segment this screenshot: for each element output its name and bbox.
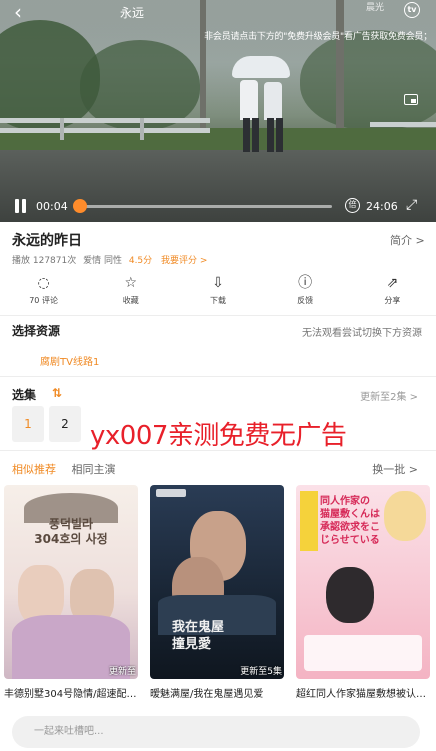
intro-link[interactable]: 简介 >	[390, 232, 425, 248]
current-time: 00:04	[36, 200, 68, 213]
download-button[interactable]: ⇩ 下载	[174, 274, 261, 314]
download-icon: ⇩	[212, 275, 224, 291]
rate-link[interactable]: 我要评分 >	[161, 256, 207, 266]
picture-in-picture-icon[interactable]	[404, 94, 418, 105]
poster-tag: 更新至	[108, 667, 136, 677]
card-title: 暧魅满屋/我在鬼屋遇见爱	[150, 689, 264, 700]
player-top-bar: ‹ 永远 晨光 tv	[0, 0, 436, 26]
video-title: 永远	[120, 6, 145, 20]
action-bar: ◌ 70 评论 ☆ 收藏 ⇩ 下载 ⓘ 反馈 ⇗ 分享	[0, 274, 436, 314]
feedback-icon: ⓘ	[298, 275, 313, 291]
divider	[0, 376, 436, 377]
brand-badge: 晨光	[366, 3, 385, 13]
action-label: 70 评论	[29, 296, 58, 305]
video-scenery	[264, 82, 282, 120]
poster-logo	[156, 489, 186, 497]
poster-text: 同人作家の 猫屋敷くんは 承認欲求をこじらせている	[320, 496, 380, 546]
video-scenery	[370, 122, 436, 127]
video-scenery	[243, 118, 250, 152]
resources-hint: 无法观看尝试切换下方资源	[302, 328, 422, 339]
episodes-title: 选集	[12, 388, 37, 402]
poster-figure	[384, 491, 426, 541]
favorite-button[interactable]: ☆ 收藏	[87, 274, 174, 314]
card-title: 超红同人作家猫屋敷想被认…	[296, 689, 426, 700]
score: 4.5分	[128, 256, 153, 266]
comment-button[interactable]: ◌ 70 评论	[0, 274, 87, 314]
ad-overlay-text: yx007亲测免费无广告	[90, 421, 347, 451]
video-scenery	[80, 40, 200, 130]
pause-icon[interactable]	[14, 199, 28, 213]
play-count: 播放 127871次	[12, 256, 77, 266]
comment-icon: ◌	[37, 275, 50, 291]
star-icon: ☆	[124, 275, 138, 291]
share-button[interactable]: ⇗ 分享	[349, 274, 436, 314]
fullscreen-icon[interactable]: ⤢	[406, 198, 417, 212]
poster-image: 我在鬼屋 撞見愛 更新至5集	[150, 485, 284, 679]
recommend-tabs: 相似推荐 相同主演	[12, 461, 128, 477]
feedback-button[interactable]: ⓘ 反馈	[262, 274, 349, 314]
episode-button-1[interactable]: 1	[12, 406, 44, 442]
video-scenery	[232, 56, 290, 78]
tab-similar[interactable]: 相似推荐	[12, 461, 56, 477]
video-scenery	[267, 118, 274, 152]
source-line-1[interactable]: 腐剧TV线路1	[40, 353, 99, 368]
card-title: 丰德别墅304号隐情/超速配…	[4, 689, 137, 700]
show-title: 永远的昨日	[12, 233, 82, 249]
tv-cast-icon[interactable]: tv	[404, 2, 420, 18]
total-time: 24:06	[366, 200, 398, 213]
video-scenery	[276, 118, 283, 152]
action-label: 下载	[209, 296, 226, 305]
share-icon: ⇗	[386, 275, 399, 291]
action-label: 反馈	[297, 296, 314, 305]
episodes-update[interactable]: 更新至2集 >	[360, 388, 418, 403]
episode-button-2[interactable]: 2	[49, 406, 81, 442]
video-scenery	[60, 118, 64, 140]
video-scenery	[300, 30, 436, 130]
refresh-button[interactable]: 换一批 >	[372, 461, 418, 477]
poster-image: 풍덕빌라 304호의 사정 更新至	[4, 485, 138, 679]
tab-same-cast[interactable]: 相同主演	[72, 461, 116, 477]
video-scenery	[140, 118, 144, 140]
player-controls: 00:04 倍 24:06 ⤢	[0, 192, 436, 220]
comment-input[interactable]: 一起来吐槽吧...	[12, 716, 420, 748]
poster-figure	[326, 567, 374, 623]
progress-bar[interactable]	[78, 205, 332, 208]
back-arrow-icon[interactable]: ‹	[14, 2, 34, 22]
poster-tag: 更新至5集	[240, 667, 282, 677]
action-label: 分享	[384, 296, 401, 305]
show-meta: 播放 127871次 爱情 同性 4.5分 我要评分 >	[12, 253, 207, 266]
video-scenery	[0, 118, 210, 123]
genre: 爱情 同性	[83, 256, 122, 266]
poster-stripe	[300, 491, 318, 551]
video-scenery	[240, 80, 258, 120]
marquee-notice: 非会员请点击下方的"免费升级会员"看广告获取免费会员；	[204, 32, 432, 42]
divider	[0, 450, 436, 451]
poster-text: 풍덕빌라 304호의 사정	[34, 517, 108, 546]
action-label: 收藏	[122, 296, 139, 305]
video-scenery	[252, 118, 259, 152]
speed-icon[interactable]: 倍	[345, 198, 360, 213]
poster-image: 同人作家の 猫屋敷くんは 承認欲求をこじらせている	[296, 485, 430, 679]
resources-title: 选择资源	[12, 324, 61, 338]
video-player[interactable]: ‹ 永远 晨光 tv 非会员请点击下方的"免费升级会员"看广告获取免费会员； 0…	[0, 0, 436, 222]
progress-knob[interactable]	[73, 199, 87, 213]
poster-band	[304, 635, 422, 671]
poster-text: 我在鬼屋 撞見愛	[172, 620, 225, 652]
sort-icon[interactable]: ⇅	[52, 386, 62, 400]
video-scenery	[0, 128, 210, 133]
divider	[0, 315, 436, 316]
